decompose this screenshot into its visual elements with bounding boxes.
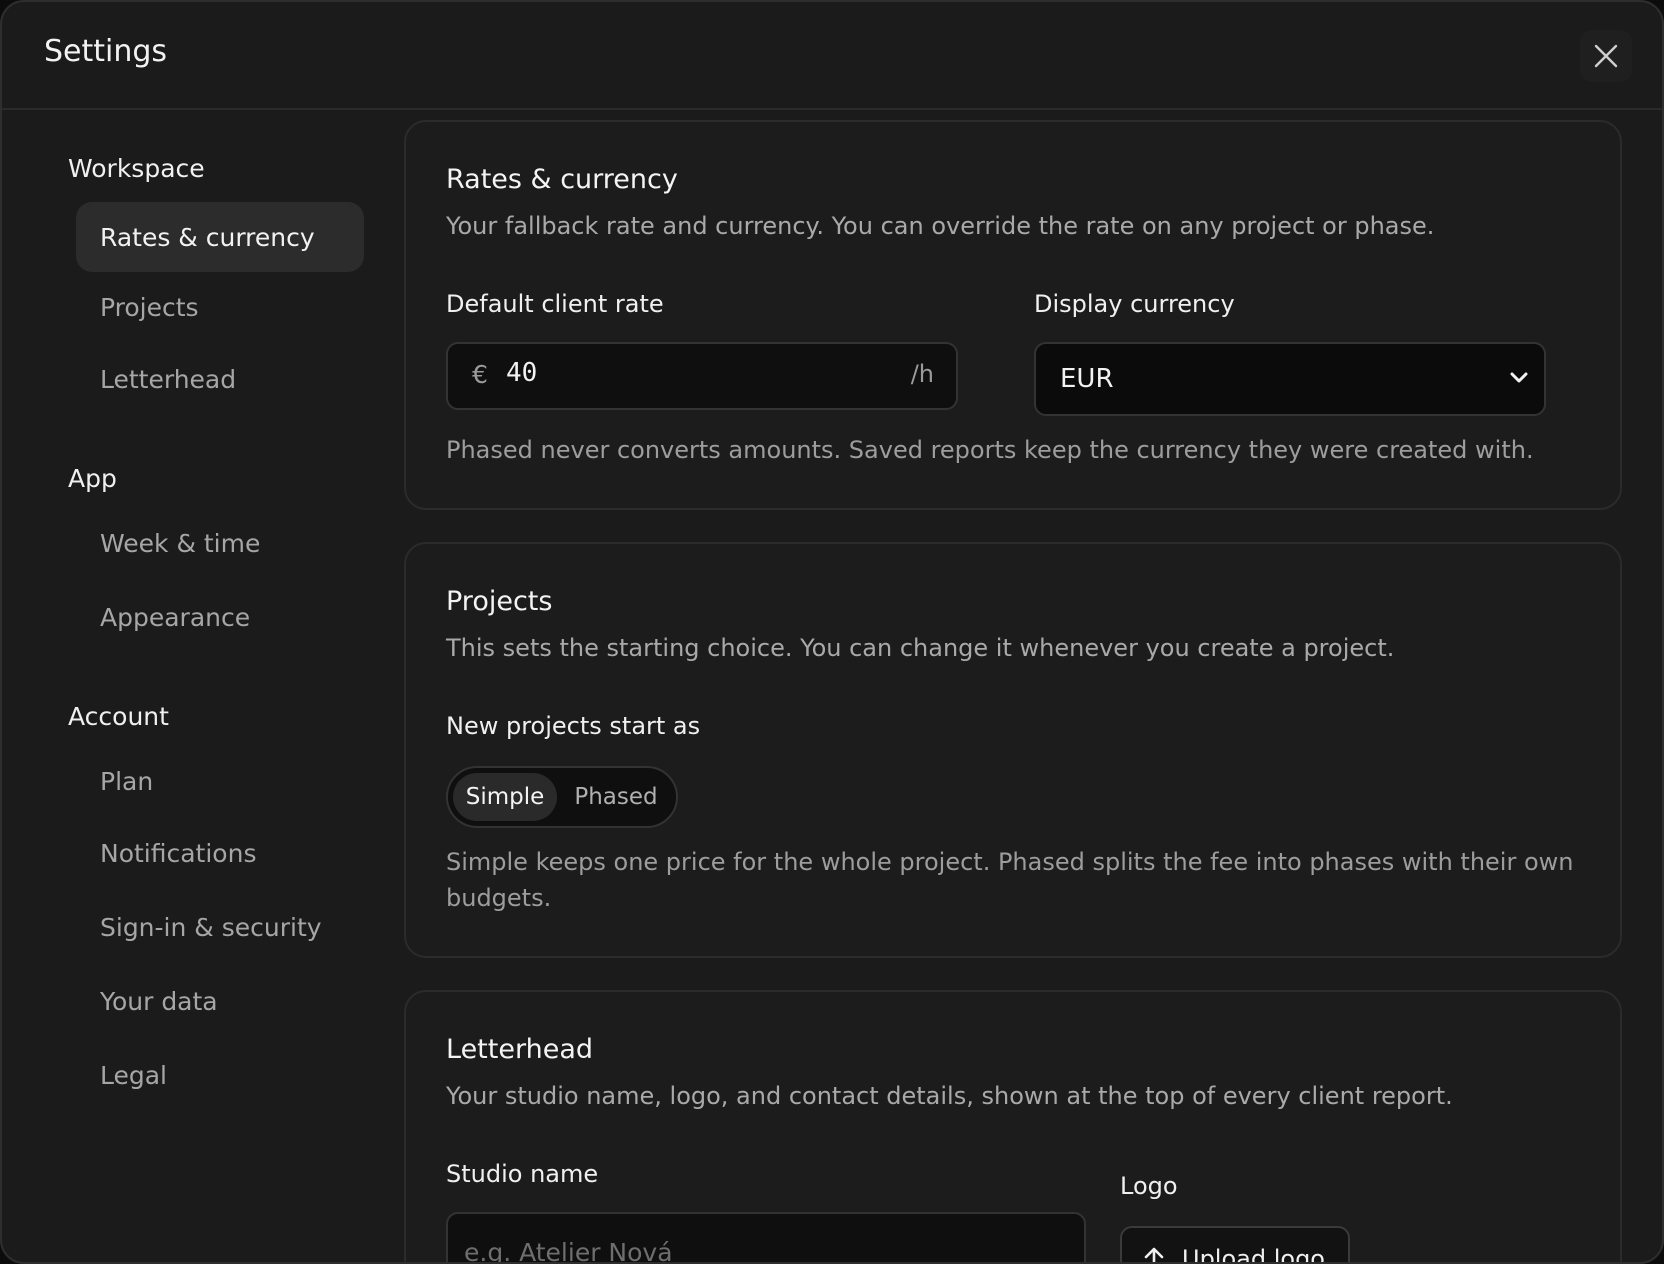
sidebar-group-workspace: Workspace <box>68 154 205 183</box>
option-phased[interactable]: Phased <box>560 773 672 821</box>
close-icon <box>1594 44 1618 68</box>
default-rate-input[interactable]: € 40 /h <box>446 342 958 410</box>
studio-name-label: Studio name <box>446 1160 599 1188</box>
sidebar-item-letterhead[interactable]: Letterhead <box>76 344 364 414</box>
sidebar-group-account: Account <box>68 702 169 731</box>
logo-label: Logo <box>1120 1172 1178 1200</box>
rates-currency-card: Rates & currency Your fallback rate and … <box>404 120 1622 510</box>
modal-header: Settings <box>2 2 1662 110</box>
rates-card-description: Your fallback rate and currency. You can… <box>446 212 1435 240</box>
projects-card-description: This sets the starting choice. You can c… <box>446 634 1395 662</box>
option-simple[interactable]: Simple <box>453 773 557 821</box>
sidebar-item-week-time[interactable]: Week & time <box>76 508 364 578</box>
display-currency-select[interactable]: EUR <box>1034 342 1546 416</box>
display-currency-label: Display currency <box>1034 290 1235 318</box>
close-button[interactable] <box>1580 30 1632 82</box>
settings-modal: Settings Workspace Rates & currency Proj… <box>0 0 1664 1264</box>
sidebar-item-rates-currency[interactable]: Rates & currency <box>76 202 364 272</box>
sidebar-item-legal[interactable]: Legal <box>76 1040 364 1110</box>
sidebar-item-plan[interactable]: Plan <box>76 746 364 816</box>
sidebar-item-sign-in-security[interactable]: Sign-in & security <box>76 892 364 962</box>
upload-logo-button[interactable]: Upload logo <box>1120 1226 1350 1264</box>
sidebar-item-appearance[interactable]: Appearance <box>76 582 364 652</box>
default-rate-label: Default client rate <box>446 290 664 318</box>
chevron-down-icon <box>1510 372 1528 383</box>
studio-name-input[interactable] <box>446 1212 1086 1262</box>
settings-sidebar: Workspace Rates & currency Projects Lett… <box>2 112 392 1262</box>
upload-logo-label: Upload logo <box>1182 1245 1325 1264</box>
letterhead-card: Letterhead Your studio name, logo, and c… <box>404 990 1622 1264</box>
sidebar-item-your-data[interactable]: Your data <box>76 966 364 1036</box>
sidebar-item-notifications[interactable]: Notifications <box>76 818 364 888</box>
currency-select-value: EUR <box>1060 364 1114 394</box>
new-projects-label: New projects start as <box>446 712 701 740</box>
letterhead-card-description: Your studio name, logo, and contact deta… <box>446 1082 1453 1110</box>
projects-card-title: Projects <box>446 586 553 617</box>
projects-card: Projects This sets the starting choice. … <box>404 542 1622 958</box>
upload-icon <box>1144 1247 1164 1262</box>
page-title: Settings <box>44 34 168 69</box>
sidebar-group-app: App <box>68 464 117 493</box>
project-type-toggle: Simple Phased <box>446 766 678 828</box>
rate-unit: /h <box>910 360 934 388</box>
rate-value: 40 <box>506 358 538 388</box>
sidebar-item-projects[interactable]: Projects <box>76 272 364 342</box>
letterhead-card-title: Letterhead <box>446 1034 593 1065</box>
rates-card-title: Rates & currency <box>446 164 678 195</box>
projects-help-text: Simple keeps one price for the whole pro… <box>446 848 1574 912</box>
currency-symbol: € <box>472 360 488 389</box>
currency-help-text: Phased never converts amounts. Saved rep… <box>446 436 1534 464</box>
